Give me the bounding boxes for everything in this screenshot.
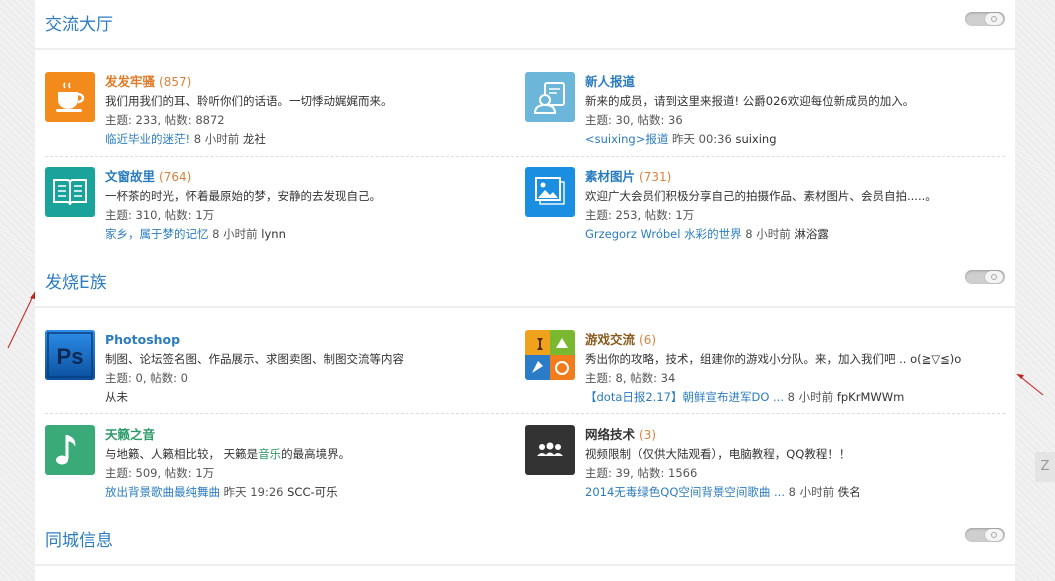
forum-item: 文窗故里 (764) 一杯茶的时光，怀着最原始的梦，安静的去发现自己。 主题: 3… <box>45 167 485 249</box>
section-divider <box>35 306 1015 308</box>
forum-stats: 主题: 0, 帖数: 0 <box>105 371 189 385</box>
arrow-annotation <box>7 291 36 349</box>
forum-name[interactable]: 发发牢骚 <box>105 74 155 89</box>
forum-item: 天籁之音 与地籁、人籁相比较， 天籁是音乐的最高境界。 主题: 509, 帖数:… <box>45 425 485 507</box>
forum-description: 我们用我们的耳、聆听你们的话语。一切悸动娓娓而来。 <box>105 94 393 108</box>
forum-stats: 主题: 8, 帖数: 34 <box>585 371 676 385</box>
forum-item: 新人报道 新来的成员，请到这里来报道! 公爵026欢迎每位新成员的加入。 主题:… <box>525 72 965 154</box>
last-post-link[interactable]: 临近毕业的迷茫! <box>105 132 190 146</box>
section-title[interactable]: 同城信息 <box>45 526 113 551</box>
section-divider <box>35 564 1015 566</box>
last-post-time: 8 小时前 <box>208 227 262 241</box>
forum-stats: 主题: 233, 帖数: 8872 <box>105 113 225 127</box>
game-icon[interactable] <box>525 330 575 380</box>
forum-item: 网络技术 (3) 视频限制（仅供大陆观看），电脑教程，QQ教程！！ 主题: 39,… <box>525 425 965 507</box>
forum-stats: 主题: 509, 帖数: 1万 <box>105 466 215 480</box>
last-post-user[interactable]: 龙社 <box>243 132 266 146</box>
forum-name[interactable]: 游戏交流 <box>585 332 635 347</box>
forum-stats: 主题: 310, 帖数: 1万 <box>105 208 215 222</box>
user-card-icon[interactable] <box>525 72 575 122</box>
last-post-time: 8 小时前 <box>784 390 837 404</box>
forum-description: 秀出你的攻略，技术，组建你的游戏小分队。来，加入我们吧 .. o(≧▽≦)o <box>585 352 962 366</box>
side-tab[interactable]: Z <box>1035 452 1055 482</box>
section-title[interactable]: 交流大厅 <box>45 10 113 35</box>
forum-item: 素材图片 (731) 欢迎广大会员们积极分享自己的拍摄作品、素材图片、会员自拍..… <box>525 167 965 249</box>
section-header-fashao: 发烧E族 <box>35 258 1015 302</box>
last-post-user[interactable]: SCC-可乐 <box>287 485 338 499</box>
forum-description: 与地籁、人籁相比较， 天籁是音乐的最高境界。 <box>105 445 485 464</box>
picture-icon[interactable] <box>525 167 575 217</box>
last-post-link[interactable]: 放出背景歌曲最纯舞曲 <box>105 485 220 499</box>
forum-count: (731) <box>639 170 672 184</box>
section-header-jiaoliu: 交流大厅 <box>35 0 1015 44</box>
forum-count: (6) <box>639 333 657 347</box>
forum-description-part: 的最高境界。 <box>281 447 351 461</box>
forum-item: 发发牢骚 (857) 我们用我们的耳、聆听你们的话语。一切悸动娓娓而来。 主题: … <box>45 72 485 154</box>
forum-name[interactable]: 文窗故里 <box>105 169 155 184</box>
last-post-time: 8 小时前 <box>785 485 838 499</box>
forum-name[interactable]: 天籁之音 <box>105 427 155 442</box>
section-title[interactable]: 发烧E族 <box>45 268 107 293</box>
collapse-toggle[interactable] <box>965 12 1005 26</box>
forum-description: 新来的成员，请到这里来报道! 公爵026欢迎每位新成员的加入。 <box>585 94 915 108</box>
group-icon[interactable] <box>525 425 575 475</box>
forum-count: (764) <box>159 170 192 184</box>
forum-count: (3) <box>639 428 657 442</box>
forum-item: Ps Photoshop 制图、论坛签名图、作品展示、求图卖图、制图交流等内容 … <box>45 330 485 412</box>
section-divider <box>35 48 1015 50</box>
forum-name[interactable]: 新人报道 <box>585 74 635 89</box>
forum-stats: 主题: 30, 帖数: 36 <box>585 113 683 127</box>
cup-icon[interactable] <box>45 72 95 122</box>
forum-stats: 主题: 39, 帖数: 1566 <box>585 466 698 480</box>
forum-item: 游戏交流 (6) 秀出你的攻略，技术，组建你的游戏小分队。来，加入我们吧 .. o… <box>525 330 965 412</box>
collapse-toggle[interactable] <box>965 270 1005 284</box>
last-post-user[interactable]: suixing <box>735 132 776 146</box>
photoshop-icon-text: Ps <box>57 344 84 369</box>
forum-count: (857) <box>159 75 192 89</box>
last-post-link[interactable]: 【dota日报2.17】朝鲜宣布进军DO ... <box>585 390 784 404</box>
last-post-time: 8 小时前 <box>741 227 795 241</box>
forum-name[interactable]: Photoshop <box>105 332 180 347</box>
arrow-annotation <box>1016 373 1044 396</box>
last-post-time: 昨天 00:36 <box>668 132 736 146</box>
forum-name[interactable]: 素材图片 <box>585 169 635 184</box>
music-note-icon[interactable] <box>45 425 95 475</box>
last-post-link[interactable]: Grzegorz Wróbel 水彩的世界 <box>585 227 742 241</box>
last-post-time: 昨天 19:26 <box>220 485 288 499</box>
forum-description: 欢迎广大会员们积极分享自己的拍摄作品、素材图片、会员自拍.....。 <box>585 189 937 203</box>
last-post-time: 8 小时前 <box>190 132 243 146</box>
last-post-user[interactable]: lynn <box>261 227 286 241</box>
forum-description: 制图、论坛签名图、作品展示、求图卖图、制图交流等内容 <box>105 352 404 366</box>
collapse-toggle[interactable] <box>965 528 1005 542</box>
book-icon[interactable] <box>45 167 95 217</box>
last-post-user[interactable]: 佚名 <box>838 485 861 499</box>
forum-stats: 主题: 253, 帖数: 1万 <box>585 208 695 222</box>
forum-name[interactable]: 网络技术 <box>585 427 635 442</box>
forum-description: 一杯茶的时光，怀着最原始的梦，安静的去发现自己。 <box>105 189 381 203</box>
forum-description-highlight: 音乐 <box>258 447 282 461</box>
last-post-link[interactable]: 家乡，属于梦的记忆 <box>105 227 209 241</box>
last-post-user[interactable]: fpKrMWWm <box>837 390 904 404</box>
row-divider <box>45 156 1005 157</box>
forum-description-part: 与地籁、人籁相比较， 天籁是 <box>105 447 259 461</box>
last-post-user: 从未 <box>105 390 128 404</box>
section-header-tongcheng: 同城信息 <box>35 516 1015 560</box>
forum-description: 视频限制（仅供大陆观看），电脑教程，QQ教程！！ <box>585 447 851 461</box>
last-post-user[interactable]: 淋浴露 <box>794 227 829 241</box>
last-post-link[interactable]: <suixing>报道 <box>585 132 668 146</box>
row-divider <box>45 413 1005 414</box>
photoshop-icon[interactable]: Ps <box>45 330 95 380</box>
last-post-link[interactable]: 2014无毒绿色QQ空间背景空间歌曲 ... <box>585 485 785 499</box>
